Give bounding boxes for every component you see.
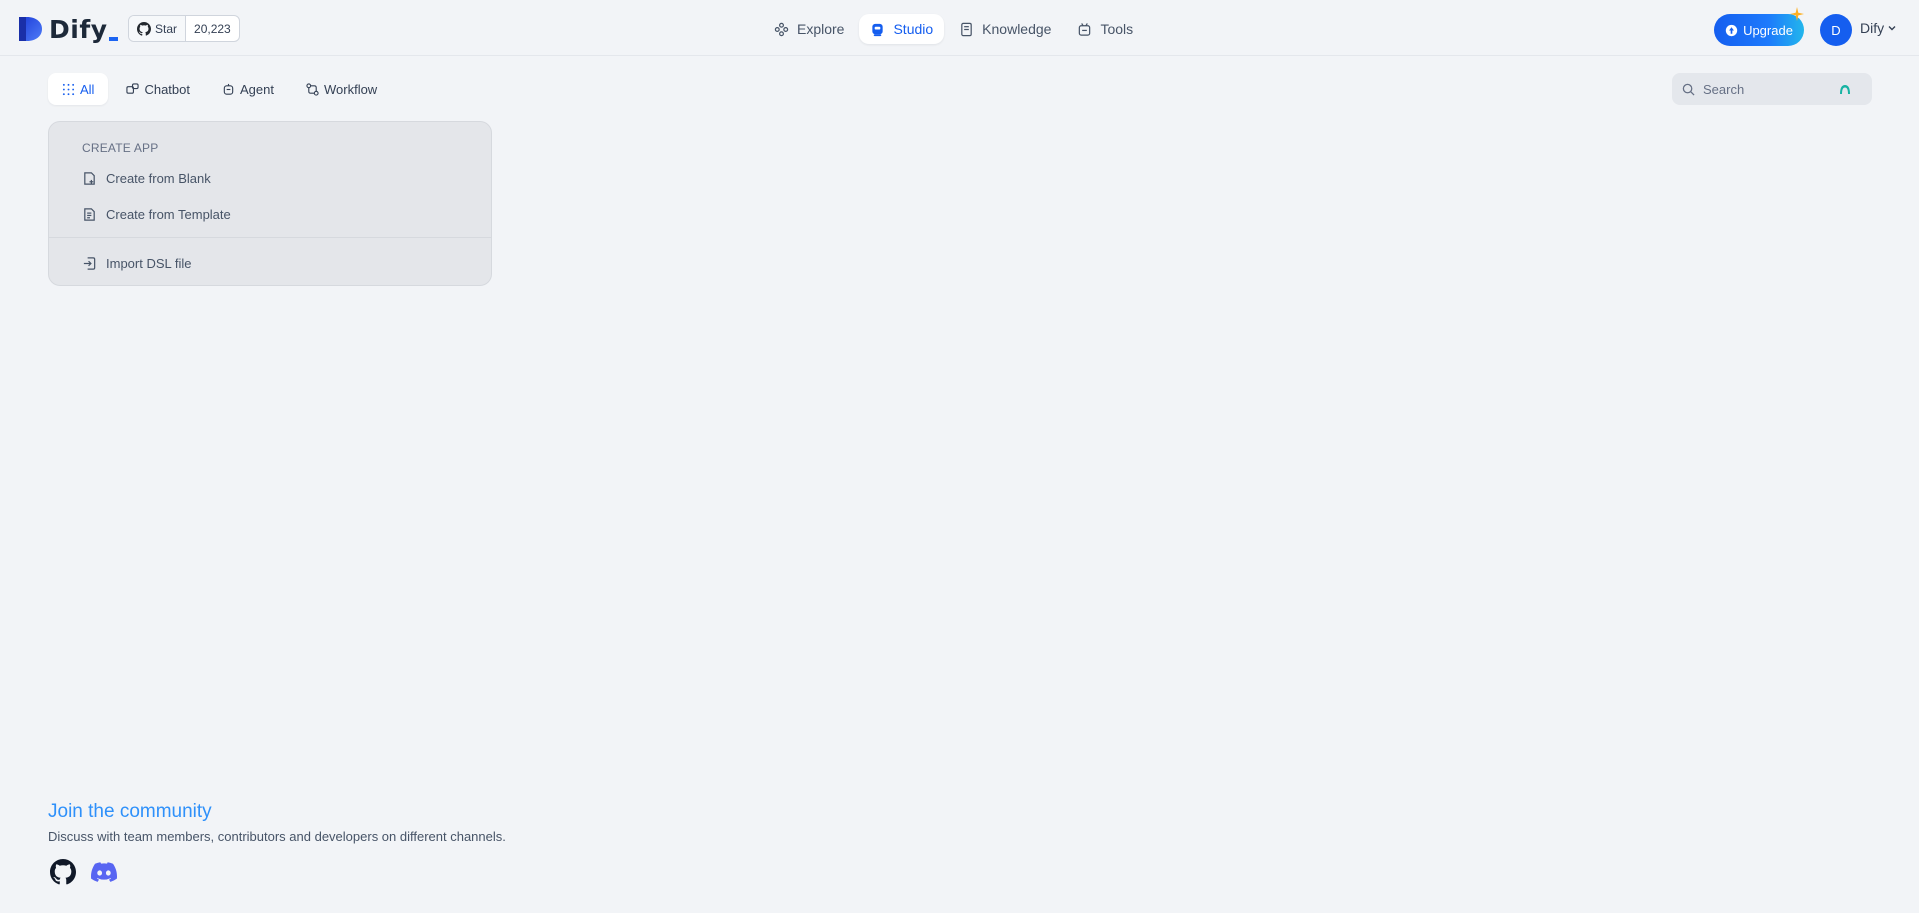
create-from-template-label: Create from Template bbox=[106, 206, 231, 222]
search-input[interactable] bbox=[1703, 81, 1823, 97]
card-divider bbox=[49, 237, 491, 238]
tab-all-label: All bbox=[80, 81, 95, 97]
explore-icon bbox=[774, 22, 789, 36]
tab-workflow[interactable]: Workflow bbox=[292, 73, 391, 105]
create-app-title: CREATE APP bbox=[82, 141, 159, 155]
chatbot-icon bbox=[126, 82, 140, 94]
github-star-label: Star bbox=[155, 21, 178, 36]
agent-icon bbox=[223, 83, 234, 95]
tab-agent[interactable]: Agent bbox=[208, 73, 288, 105]
logo-text: Dify bbox=[49, 14, 117, 44]
create-app-card: CREATE APP Create from Blank Create from… bbox=[48, 121, 492, 286]
community-title: Join the community bbox=[48, 801, 212, 822]
workflow-icon bbox=[306, 82, 319, 96]
github-star-button[interactable]: Star bbox=[129, 16, 187, 41]
tab-agent-label: Agent bbox=[240, 81, 274, 97]
discord-icon[interactable] bbox=[91, 859, 117, 885]
nav-explore-label: Explore bbox=[797, 21, 845, 37]
search-box[interactable] bbox=[1672, 73, 1872, 105]
import-dsl-button[interactable]: Import DSL file bbox=[82, 252, 192, 274]
account-name: Dify bbox=[1860, 20, 1885, 36]
file-plus-icon bbox=[84, 171, 95, 185]
github-star-widget[interactable]: Star 20,223 bbox=[128, 15, 240, 42]
upgrade-icon bbox=[1725, 24, 1738, 36]
nav-knowledge[interactable]: Knowledge bbox=[948, 14, 1062, 44]
search-icon bbox=[1682, 83, 1695, 96]
tab-chatbot[interactable]: Chatbot bbox=[112, 73, 204, 105]
github-icon[interactable] bbox=[50, 859, 76, 885]
file-template-icon bbox=[84, 207, 95, 221]
import-icon bbox=[83, 256, 96, 270]
tab-workflow-label: Workflow bbox=[323, 81, 378, 97]
dify-logo[interactable]: Dify bbox=[17, 14, 117, 44]
github-star-count[interactable]: 20,223 bbox=[186, 16, 239, 41]
account-menu[interactable]: Dify bbox=[1860, 20, 1897, 36]
nav-explore[interactable]: Explore bbox=[763, 14, 855, 44]
import-dsl-label: Import DSL file bbox=[106, 255, 192, 271]
studio-robot-icon bbox=[872, 23, 884, 36]
dify-logo-icon bbox=[19, 17, 42, 41]
grid-icon bbox=[62, 83, 75, 95]
nav-tools[interactable]: Tools bbox=[1066, 14, 1144, 44]
app-type-tabs: All Chatbot Agent Workflow bbox=[48, 73, 391, 105]
top-header: Dify Star 20,223 Explore Studio Knowledg… bbox=[0, 0, 1919, 56]
avatar[interactable]: D bbox=[1820, 14, 1852, 46]
main-nav: Explore Studio Knowledge Tools bbox=[763, 14, 1144, 44]
create-from-template-button[interactable]: Create from Template bbox=[82, 203, 231, 225]
chevron-down-icon bbox=[1888, 26, 1896, 31]
tab-chatbot-label: Chatbot bbox=[144, 81, 190, 97]
nav-knowledge-label: Knowledge bbox=[982, 21, 1052, 37]
extension-icon bbox=[1840, 85, 1850, 94]
tab-all[interactable]: All bbox=[48, 73, 109, 105]
create-from-blank-button[interactable]: Create from Blank bbox=[82, 167, 211, 189]
sparkle-icon bbox=[1790, 7, 1804, 21]
upgrade-label: Upgrade bbox=[1743, 22, 1793, 38]
nav-studio[interactable]: Studio bbox=[859, 14, 945, 44]
tools-icon bbox=[1079, 22, 1091, 36]
nav-studio-label: Studio bbox=[893, 21, 934, 37]
book-icon bbox=[961, 22, 972, 36]
community-description: Discuss with team members, contributors … bbox=[48, 829, 506, 844]
github-icon bbox=[137, 21, 151, 36]
create-from-blank-label: Create from Blank bbox=[106, 170, 211, 186]
nav-tools-label: Tools bbox=[1100, 21, 1134, 37]
